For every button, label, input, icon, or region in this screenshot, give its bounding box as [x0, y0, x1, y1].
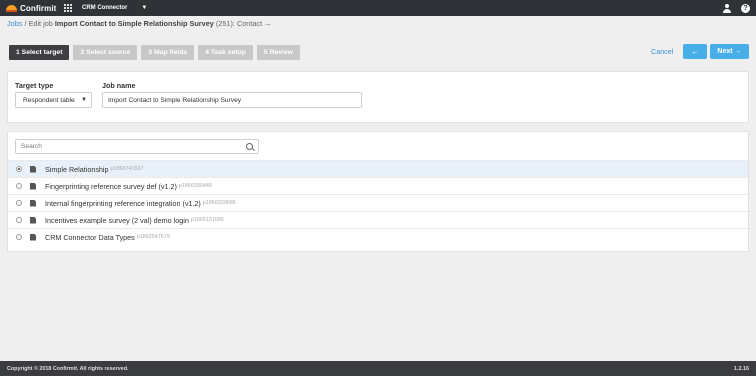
step-review[interactable]: 5 Review — [256, 45, 301, 60]
step-select-source[interactable]: 2 Select source — [73, 45, 138, 60]
list-item-title: Fingerprinting reference survey def (v1.… — [45, 181, 177, 191]
radio-button[interactable] — [16, 200, 22, 206]
list-item-id: p1866330448 — [178, 183, 212, 189]
top-bar: Confirmit CRM Connector ▼ ? — [0, 0, 756, 16]
logo-mark-icon — [6, 4, 17, 12]
radio-button[interactable] — [16, 217, 22, 223]
radio-button[interactable] — [16, 166, 22, 172]
document-icon — [30, 199, 36, 207]
arrow-left-icon: ← — [691, 47, 699, 56]
radio-button[interactable] — [16, 234, 22, 240]
chevron-down-icon: ▼ — [141, 5, 148, 11]
breadcrumb-job-id: (251): Contact — [213, 19, 265, 28]
grid-icon[interactable] — [64, 4, 72, 12]
target-type-value: Respondent table — [23, 96, 75, 104]
list-item-id: p1866329686 — [202, 200, 236, 206]
job-name-input[interactable]: Import Contact to Simple Relationship Su… — [102, 92, 362, 108]
list-item-title: Incentives example survey (2 val) demo l… — [45, 215, 189, 225]
radio-button[interactable] — [16, 183, 22, 189]
list-item-id: p1862547679 — [136, 234, 170, 240]
list-item[interactable]: Incentives example survey (2 val) demo l… — [8, 211, 748, 228]
wizard-steps: 1 Select target 2 Select source 3 Map fi… — [9, 45, 301, 60]
logo-text: Confirmit — [20, 3, 57, 13]
user-icon[interactable] — [723, 3, 731, 13]
confirmit-logo[interactable]: Confirmit — [0, 4, 60, 13]
document-icon — [30, 233, 36, 241]
version-text: 1.2.16 — [734, 365, 749, 372]
job-settings-panel: Target type Job name Respondent table ▼ … — [7, 71, 749, 123]
search-input[interactable]: Search — [15, 139, 259, 154]
breadcrumb-job-title: Import Contact to Simple Relationship Su… — [54, 19, 214, 28]
list-item[interactable]: Simple Relationship p1866741667 — [8, 160, 748, 177]
list-item-id: p1865151685 — [190, 217, 224, 223]
job-name-label: Job name — [102, 81, 136, 90]
document-icon — [30, 165, 36, 173]
list-item-title: Internal fingerprinting reference integr… — [45, 198, 201, 208]
target-type-label: Target type — [15, 81, 54, 90]
app-name: CRM Connector — [82, 5, 128, 11]
next-button[interactable]: Next → — [710, 44, 749, 59]
list-item[interactable]: Internal fingerprinting reference integr… — [8, 194, 748, 211]
chevron-down-icon: ▼ — [81, 97, 87, 103]
target-type-select[interactable]: Respondent table ▼ — [15, 92, 92, 108]
search-icon[interactable] — [246, 143, 253, 150]
breadcrumb-jobs-link[interactable]: Jobs — [7, 19, 22, 28]
footer: Copyright © 2018 Confirmit. All rights r… — [0, 361, 756, 376]
step-select-target[interactable]: 1 Select target — [9, 45, 70, 60]
breadcrumb: Jobs / Edit job Import Contact to Simple… — [7, 19, 271, 28]
step-task-setup[interactable]: 4 Task setup — [198, 45, 253, 60]
copyright-text: Copyright © 2018 Confirmit. All rights r… — [7, 365, 129, 372]
next-button-label: Next — [717, 48, 733, 55]
cancel-button[interactable]: Cancel — [651, 47, 673, 56]
list-item-id: p1866741667 — [110, 166, 144, 172]
job-name-value: Import Contact to Simple Relationship Su… — [108, 96, 242, 104]
step-map-fields[interactable]: 3 Map fields — [141, 45, 195, 60]
breadcrumb-prefix: Edit job — [28, 19, 55, 28]
survey-list-panel: Search Simple Relationship p1866741667 F… — [7, 131, 749, 252]
arrow-right-icon: → — [264, 19, 272, 28]
search-placeholder: Search — [21, 143, 42, 150]
arrow-right-icon: → — [734, 48, 742, 55]
app-switcher[interactable]: CRM Connector ▼ — [82, 5, 147, 11]
document-icon — [30, 216, 36, 224]
document-icon — [30, 182, 36, 190]
list-item[interactable]: Fingerprinting reference survey def (v1.… — [8, 177, 748, 194]
back-button[interactable]: ← — [683, 44, 707, 59]
list-item[interactable]: CRM Connector Data Types p1862547679 — [8, 228, 748, 245]
list-item-title: Simple Relationship — [45, 164, 109, 174]
help-icon[interactable]: ? — [741, 3, 750, 13]
list-item-title: CRM Connector Data Types — [45, 232, 135, 242]
